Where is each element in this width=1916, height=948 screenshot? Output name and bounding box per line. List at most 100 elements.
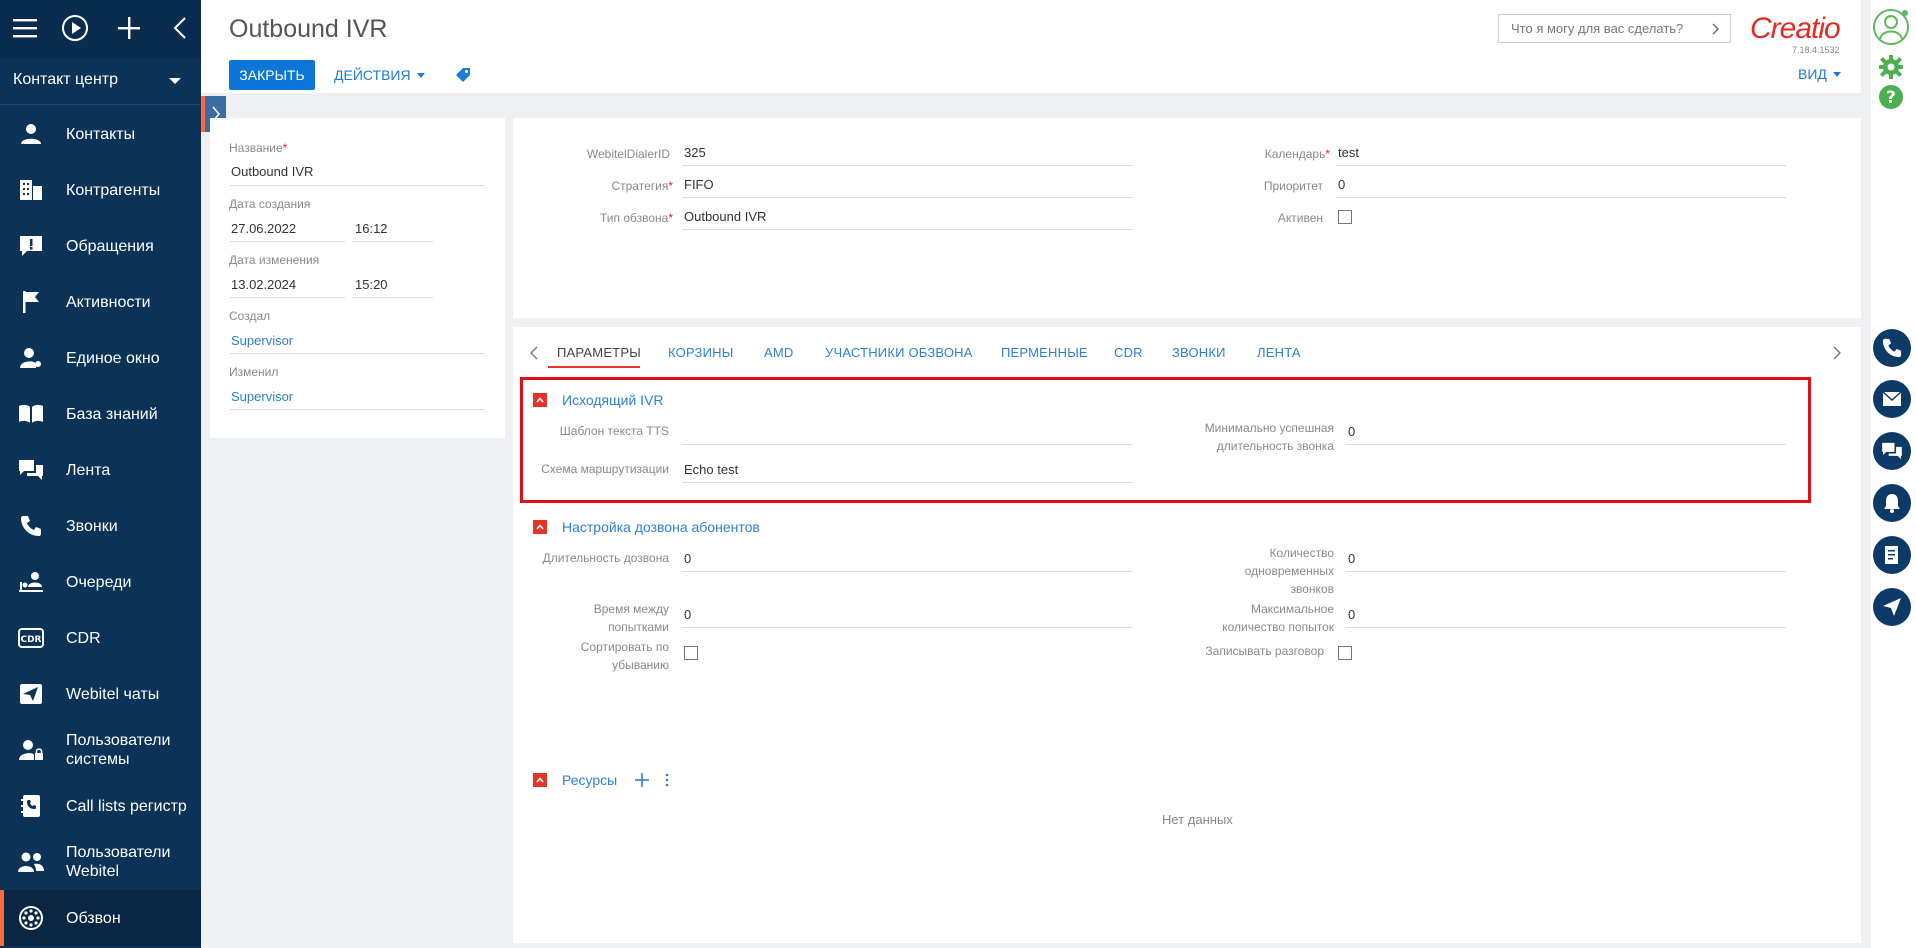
sidebar-item-activities[interactable]: Активности bbox=[0, 274, 201, 330]
concurrent-calls-field[interactable]: 0 bbox=[1348, 551, 1355, 566]
created-time-field[interactable]: 16:12 bbox=[355, 221, 388, 236]
gear-icon[interactable] bbox=[1878, 54, 1904, 80]
profile-avatar-icon[interactable] bbox=[1872, 8, 1910, 46]
sidebar-item-calls[interactable]: Звонки bbox=[0, 498, 201, 554]
field-underline bbox=[229, 353, 485, 354]
field-underline bbox=[229, 297, 345, 298]
modified-time-field[interactable]: 15:20 bbox=[355, 277, 388, 292]
field-underline bbox=[1346, 444, 1786, 445]
more-options-icon[interactable] bbox=[664, 773, 670, 790]
field-underline bbox=[352, 297, 433, 298]
min-duration-field[interactable]: 0 bbox=[1348, 424, 1355, 439]
sort-desc-checkbox[interactable] bbox=[684, 646, 698, 660]
workplace-selector[interactable]: Контакт центр bbox=[0, 60, 201, 100]
strategy-field[interactable]: FIFO bbox=[684, 177, 714, 192]
tabs-scroll-right-icon[interactable] bbox=[1833, 346, 1841, 363]
add-icon[interactable] bbox=[635, 773, 649, 790]
field-underline bbox=[682, 229, 1132, 230]
paper-plane-icon[interactable] bbox=[1873, 588, 1911, 626]
sidebar-item-queues[interactable]: Очереди bbox=[0, 554, 201, 610]
active-checkbox[interactable] bbox=[1338, 210, 1352, 224]
mail-icon[interactable] bbox=[1873, 380, 1911, 418]
modified-date-label: Дата изменения bbox=[229, 253, 320, 267]
priority-field[interactable]: 0 bbox=[1338, 177, 1345, 192]
group-title-resources[interactable]: Ресурсы bbox=[562, 772, 617, 788]
collapse-group-icon[interactable] bbox=[533, 773, 547, 787]
close-button[interactable]: ЗАКРЫТЬ bbox=[229, 60, 315, 90]
menu-icon[interactable] bbox=[10, 12, 40, 44]
sidebar-item-accounts[interactable]: Контрагенты bbox=[0, 162, 201, 218]
created-date-label: Дата создания bbox=[229, 197, 311, 211]
modified-by-link[interactable]: Supervisor bbox=[231, 389, 293, 404]
calendar-field[interactable]: test bbox=[1338, 145, 1359, 160]
dialer-id-field[interactable]: 325 bbox=[684, 145, 706, 160]
sidebar-item-webitel-chats[interactable]: Webitel чаты bbox=[0, 666, 201, 722]
field-underline bbox=[1346, 571, 1786, 572]
add-icon[interactable] bbox=[114, 12, 144, 44]
tab-variables[interactable]: ПЕРМЕННЫЕ bbox=[1001, 345, 1088, 360]
search-placeholder: Что я могу для вас сделать? bbox=[1511, 21, 1684, 36]
sidebar-item-cdr[interactable]: CDR CDR bbox=[0, 610, 201, 666]
tab-participants[interactable]: УЧАСТНИКИ ОБЗВОНА bbox=[825, 345, 973, 360]
flag-icon bbox=[17, 288, 45, 316]
sidebar-item-single-window[interactable]: Единое окно bbox=[0, 330, 201, 386]
active-tab-indicator bbox=[548, 366, 640, 368]
record-call-checkbox[interactable] bbox=[1338, 646, 1352, 660]
tab-parameters[interactable]: ПАРАМЕТРЫ bbox=[557, 345, 641, 360]
field-underline bbox=[1346, 627, 1786, 628]
tab-cdr[interactable]: CDR bbox=[1114, 345, 1143, 360]
play-icon[interactable] bbox=[60, 12, 90, 44]
created-date-field[interactable]: 27.06.2022 bbox=[231, 221, 296, 236]
collapse-sidebar-icon[interactable] bbox=[165, 12, 195, 44]
tab-baskets[interactable]: КОРЗИНЫ bbox=[668, 345, 733, 360]
collapse-group-icon[interactable] bbox=[533, 520, 547, 534]
chevron-right-icon bbox=[1712, 23, 1720, 38]
bell-icon[interactable] bbox=[1873, 484, 1911, 522]
created-by-link[interactable]: Supervisor bbox=[231, 333, 293, 348]
tag-icon[interactable] bbox=[455, 67, 473, 85]
document-icon[interactable] bbox=[1873, 536, 1911, 574]
dial-type-field[interactable]: Outbound IVR bbox=[684, 209, 766, 224]
sidebar-item-call-lists[interactable]: Call lists регистр bbox=[0, 778, 201, 834]
retry-interval-field[interactable]: 0 bbox=[684, 607, 691, 622]
exclamation-icon bbox=[17, 232, 45, 260]
command-search-input[interactable]: Что я могу для вас сделать? bbox=[1498, 14, 1731, 43]
phone-icon[interactable] bbox=[1873, 329, 1911, 367]
routing-scheme-field[interactable]: Echo test bbox=[684, 462, 738, 477]
retry-interval-label: Время между попытками bbox=[593, 602, 669, 634]
tab-calls[interactable]: ЗВОНКИ bbox=[1172, 345, 1226, 360]
sidebar-item-webitel-users[interactable]: Пользователи Webitel bbox=[0, 834, 201, 890]
sidebar-item-dialer[interactable]: Обзвон bbox=[0, 890, 201, 946]
group-title-dial-settings[interactable]: Настройка дозвона абонентов bbox=[562, 519, 760, 535]
help-icon[interactable]: ? bbox=[1878, 84, 1904, 110]
sidebar-item-cases[interactable]: Обращения bbox=[0, 218, 201, 274]
right-rail bbox=[1871, 0, 1916, 948]
chat-icon[interactable] bbox=[1873, 432, 1911, 470]
group-title-outbound-ivr[interactable]: Исходящий IVR bbox=[562, 392, 664, 408]
tab-amd[interactable]: AMD bbox=[764, 345, 794, 360]
dial-duration-field[interactable]: 0 bbox=[684, 551, 691, 566]
actions-label: ДЕЙСТВИЯ bbox=[334, 67, 411, 83]
name-field[interactable]: Outbound IVR bbox=[231, 164, 313, 179]
sidebar-item-label: CDR bbox=[66, 629, 101, 647]
sidebar-item-knowledge-base[interactable]: База знаний bbox=[0, 386, 201, 442]
sidebar-item-feed[interactable]: Лента bbox=[0, 442, 201, 498]
svg-text:?: ? bbox=[1886, 88, 1896, 108]
sidebar-item-label: Очереди bbox=[66, 573, 132, 591]
modified-by-label: Изменил bbox=[229, 365, 279, 379]
sidebar-item-label: Контрагенты bbox=[66, 181, 161, 199]
sidebar-item-contacts[interactable]: Контакты bbox=[0, 106, 201, 162]
collapse-group-icon[interactable] bbox=[533, 393, 547, 407]
active-label: Активен bbox=[1277, 211, 1323, 225]
tab-feed[interactable]: ЛЕНТА bbox=[1257, 345, 1301, 360]
modified-date-field[interactable]: 13.02.2024 bbox=[231, 277, 296, 292]
actions-button[interactable]: ДЕЙСТВИЯ bbox=[334, 60, 425, 90]
max-attempts-field[interactable]: 0 bbox=[1348, 607, 1355, 622]
field-underline bbox=[1336, 197, 1786, 198]
view-button[interactable]: ВИД bbox=[1798, 66, 1841, 82]
sidebar: Контакт центр Контакты Контрагенты Обращ… bbox=[0, 0, 201, 948]
sidebar-item-system-users[interactable]: Пользователи системы bbox=[0, 722, 201, 778]
paper-plane-icon bbox=[17, 680, 45, 708]
tabs-scroll-left-icon[interactable] bbox=[530, 346, 538, 363]
divider bbox=[0, 104, 201, 105]
